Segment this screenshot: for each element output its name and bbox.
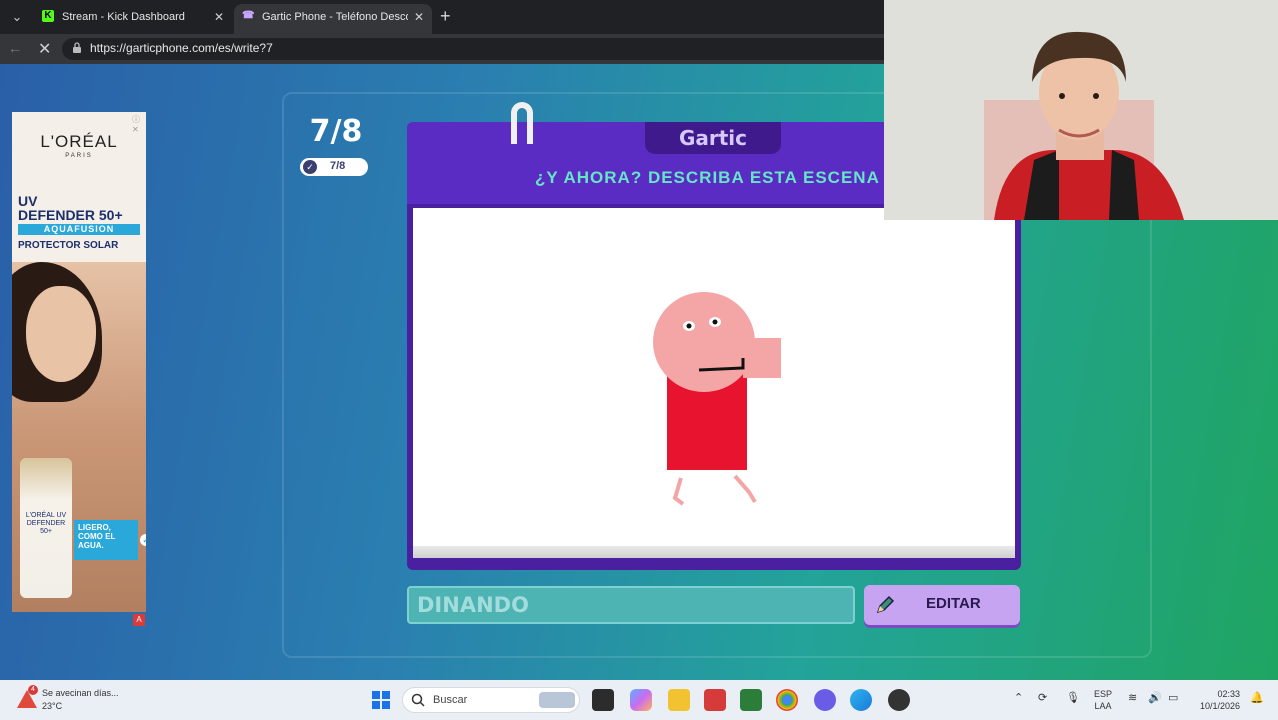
app-icon-red[interactable] — [704, 689, 726, 711]
keyboard-layout: LAA — [1094, 701, 1112, 711]
ad-choices-icon[interactable]: A — [133, 614, 145, 626]
description-input[interactable]: DINANDO — [407, 586, 855, 624]
drawing-peppa-pig — [653, 292, 781, 506]
copilot-icon[interactable] — [630, 689, 652, 711]
drawn-legs — [672, 474, 757, 506]
new-tab-plus-icon[interactable]: + — [440, 6, 451, 27]
tab-title: Stream - Kick Dashboard — [62, 11, 185, 23]
clock-time: 02:33 — [1217, 689, 1240, 699]
edit-button[interactable]: EDITAR — [864, 585, 1020, 625]
ad-product-line2: DEFENDER 50+ — [18, 207, 123, 223]
language-code: ESP — [1094, 689, 1113, 699]
webcam-person-image — [884, 0, 1278, 220]
ad-protector-label: PROTECTOR SOLAR — [18, 240, 119, 251]
clock-date: 10/1/2026 — [1199, 701, 1240, 711]
stop-loading-icon[interactable]: ✕ — [38, 39, 51, 59]
wifi-icon[interactable]: ≋ — [1128, 691, 1137, 704]
tab-search-chevron-icon[interactable]: ⌄ — [6, 7, 28, 27]
search-highlight-image — [539, 692, 575, 708]
tab-kick-dashboard[interactable]: K Stream - Kick Dashboard ✕ — [34, 4, 232, 34]
weather-widget[interactable]: Se avecinan días... 23°C — [42, 687, 119, 713]
url-text: https://garticphone.com/es/write?7 — [90, 41, 273, 55]
microphone-icon[interactable]: 🎙 — [1066, 691, 1080, 704]
volume-icon[interactable]: 🔊 — [1148, 691, 1162, 704]
gartic-logo: Gartic — [645, 122, 781, 154]
ad-product-title: UV DEFENDER 50+ — [18, 194, 123, 222]
battery-icon[interactable]: ▭ — [1168, 691, 1178, 704]
search-label: Buscar — [433, 694, 468, 706]
notification-bell-icon[interactable]: 🔔 — [1250, 691, 1264, 704]
drawn-pupil-left — [686, 323, 692, 329]
ad-info-icon[interactable]: ⓘ ✕ — [132, 114, 144, 134]
ad-model-photo: L'ORÉAL UV DEFENDER 50+ LIGERO, COMO EL … — [12, 262, 146, 612]
chrome-icon[interactable] — [776, 689, 798, 711]
describe-prompt: ¿Y AHORA? DESCRIBA ESTA ESCENA — [535, 168, 880, 187]
canvas-bottom-edge — [413, 546, 1015, 558]
ad-bottle-label: L'ORÉAL UV DEFENDER 50+ — [25, 512, 67, 535]
pencil-icon — [876, 595, 895, 614]
check-icon: ✓ — [140, 534, 146, 546]
windows-taskbar: 4 Se avecinan días... 23°C Buscar ⌃ ⟳ 🎙 … — [0, 680, 1278, 720]
ad-model-face — [26, 286, 96, 382]
tab-title: Gartic Phone - Teléfono Descomp — [262, 11, 408, 23]
webcam-overlay — [884, 0, 1278, 220]
advertisement-banner[interactable]: ⓘ ✕ L'ORÉAL PARIS UV DEFENDER 50+ AQUAFU… — [12, 112, 146, 612]
weather-temperature: 23°C — [42, 701, 63, 711]
close-tab-icon[interactable]: ✕ — [214, 4, 224, 30]
kick-favicon-icon: K — [42, 10, 54, 22]
edit-button-label: EDITAR — [926, 595, 981, 612]
drawing-canvas — [413, 208, 1015, 558]
tray-network-app-icon[interactable]: ⟳ — [1038, 691, 1047, 704]
drawn-pupil-right — [712, 319, 718, 325]
check-circle-icon: ✓ — [303, 160, 317, 174]
weather-title: Se avecinan días... — [42, 688, 119, 698]
gartic-favicon-icon: ☎ — [242, 10, 255, 21]
close-tab-icon[interactable]: ✕ — [414, 4, 424, 30]
search-icon — [411, 693, 425, 707]
ad-brand-sub: PARIS — [65, 153, 93, 159]
tray-chevron-icon[interactable]: ⌃ — [1014, 691, 1023, 704]
drawn-head — [653, 292, 755, 392]
url-field[interactable]: https://garticphone.com/es/write?7 — [62, 38, 962, 60]
obs-icon[interactable] — [888, 689, 910, 711]
ad-aquafusion-label: AQUAFUSION — [18, 224, 140, 235]
edge-icon[interactable] — [850, 689, 872, 711]
ad-light-badge: LIGERO, COMO EL AGUA. — [74, 520, 138, 560]
app-icon-green[interactable] — [740, 689, 762, 711]
ad-brand-logo: L'ORÉAL — [40, 132, 118, 151]
players-done-count: 7/8 — [330, 160, 346, 172]
site-info-icon[interactable] — [72, 42, 82, 54]
weather-alert-count: 4 — [28, 685, 38, 695]
taskbar-search[interactable]: Buscar — [402, 687, 580, 713]
paper-clip-icon — [511, 102, 533, 144]
language-indicator[interactable]: ESP LAA — [1094, 688, 1112, 712]
task-view-icon[interactable] — [592, 689, 614, 711]
file-explorer-icon[interactable] — [668, 689, 690, 711]
windows-start-icon[interactable] — [370, 689, 392, 711]
round-counter: 7/8 — [309, 114, 363, 149]
discord-icon[interactable] — [814, 689, 836, 711]
tab-gartic-phone[interactable]: ☎ Gartic Phone - Teléfono Descomp ✕ — [234, 4, 432, 34]
clock[interactable]: 02:33 10/1/2026 — [1194, 688, 1240, 712]
back-arrow-icon[interactable]: ← — [8, 40, 22, 56]
players-done-badge: ✓ 7/8 — [300, 158, 368, 176]
